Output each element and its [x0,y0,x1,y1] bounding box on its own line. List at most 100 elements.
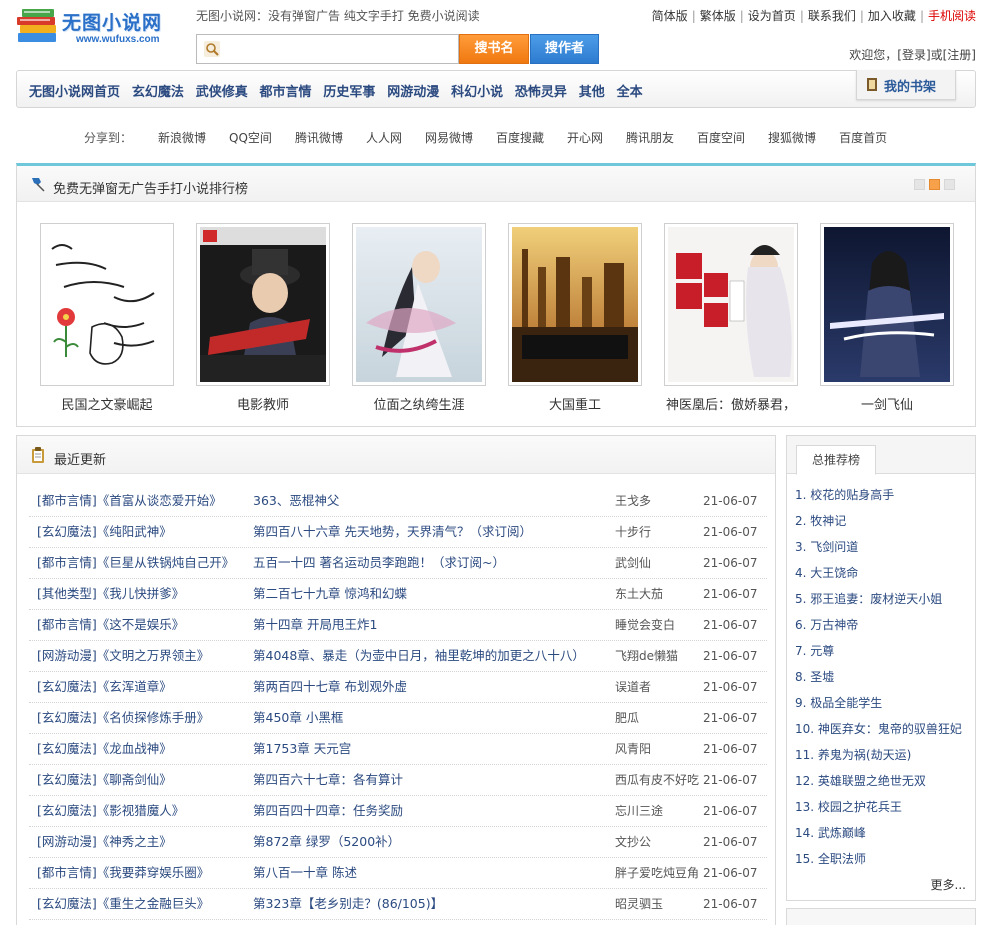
nav-item-other[interactable]: 其他 [579,81,605,100]
bookshelf-button[interactable]: 我的书架 [856,70,956,100]
update-chapter-link[interactable]: 363、恶棍神父 [253,486,613,516]
nav-item-scifi[interactable]: 科幻小说 [451,81,503,100]
update-chapter-link[interactable]: 第450章 小黑框 [253,703,613,733]
book-title[interactable]: 民国之文豪崛起 [40,394,174,412]
nav-item-urban[interactable]: 都市言情 [260,81,312,100]
tab-total-recommend[interactable]: 总推荐榜 [796,445,876,475]
ranking-book[interactable]: 电影教师 [196,223,330,412]
update-book-link[interactable]: [玄幻魔法]《重生之金融巨头》 [37,889,209,919]
nav-item-history[interactable]: 历史军事 [323,81,375,100]
search-author-button[interactable]: 搜作者 [530,34,599,64]
update-book-link[interactable]: [玄幻魔法]《玄浑道章》 [37,672,172,702]
update-chapter-link[interactable]: 第872章 绿罗（5200补） [253,827,613,857]
top-link-mobile[interactable]: 手机阅读 [928,9,976,23]
update-chapter-link[interactable]: 第四百八十六章 先天地势，天界清气？（求订阅） [253,517,613,547]
pager-dot-1[interactable] [914,179,925,190]
update-chapter-link[interactable]: 第4048章、暴走（为壶中日月，袖里乾坤的加更之八十八） [253,641,613,671]
nav-item-complete[interactable]: 全本 [617,81,643,100]
pager-dot-3[interactable] [944,179,955,190]
book-title[interactable]: 位面之纨绔生涯 [352,394,486,412]
top-link-contact[interactable]: 联系我们 [808,9,856,23]
ranking-book[interactable]: 民国之文豪崛起 [40,223,174,412]
share-tencent-friend[interactable]: 腾讯朋友 [626,129,674,146]
book-cover[interactable] [664,223,798,386]
update-book-link[interactable]: [都市言情]《我要莽穿娱乐圈》 [37,858,209,888]
update-book-link[interactable]: [其他类型]《我儿快拼爹》 [37,579,184,609]
update-chapter-link[interactable]: 第四百六十七章：各有算计 [253,765,613,795]
book-cover[interactable] [40,223,174,386]
login-register-links[interactable]: 欢迎您，[登录]或[注册] [849,46,976,63]
recommend-item[interactable]: 7. 元尊 [795,638,962,664]
ranking-book[interactable]: 大国重工 [508,223,642,412]
update-chapter-link[interactable]: 第十四章 开局甩王炸1 [253,610,613,640]
update-book-link[interactable]: [网游动漫]《神秀之主》 [37,827,172,857]
update-book-link[interactable]: [都市言情]《首富从谈恋爱开始》 [37,486,222,516]
ranking-book[interactable]: 神医凰后：傲娇暴君， [664,223,798,412]
book-cover[interactable] [352,223,486,386]
share-baidu-space[interactable]: 百度空间 [697,129,745,146]
update-book-link[interactable]: [都市言情]《巨星从铁锅炖自己开》 [37,548,234,578]
share-tencent-weibo[interactable]: 腾讯微博 [295,129,343,146]
recommend-item[interactable]: 15. 全职法师 [795,846,962,872]
recommend-item[interactable]: 1. 校花的贴身高手 [795,482,962,508]
share-baidu-cang[interactable]: 百度搜藏 [496,129,544,146]
share-sohu-weibo[interactable]: 搜狐微博 [768,129,816,146]
book-cover[interactable] [196,223,330,386]
share-kaixin[interactable]: 开心网 [567,129,603,146]
nav-item-games[interactable]: 网游动漫 [387,81,439,100]
nav-item-fantasy[interactable]: 玄幻魔法 [132,81,184,100]
search-book-button[interactable]: 搜书名 [459,34,529,64]
update-book-link[interactable]: [网游动漫]《文明之万界领主》 [37,641,209,671]
top-link-traditional[interactable]: 繁体版 [700,9,736,23]
top-link-simplified[interactable]: 简体版 [652,9,688,23]
update-book-link[interactable]: [玄幻魔法]《纯阳武神》 [37,517,172,547]
recommend-item[interactable]: 9. 极品全能学生 [795,690,962,716]
book-title[interactable]: 神医凰后：傲娇暴君， [664,394,798,412]
update-chapter-link[interactable]: 第1753章 天元宫 [253,734,613,764]
update-chapter-link[interactable]: 五百一十四 著名运动员李跑跑！（求订阅~） [253,548,613,578]
top-link-bookmark[interactable]: 加入收藏 [868,9,916,23]
update-author: 武剑仙 [615,556,652,570]
update-chapter-link[interactable]: 第两百四十七章 布划观外虚 [253,672,613,702]
recommend-item[interactable]: 2. 牧神记 [795,508,962,534]
update-chapter-link[interactable]: 第323章【老乡别走？(86/105)】 [253,889,613,919]
nav-item-horror[interactable]: 恐怖灵异 [515,81,567,100]
recommend-item[interactable]: 8. 圣墟 [795,664,962,690]
recommend-item[interactable]: 6. 万古神帝 [795,612,962,638]
nav-item-wuxia[interactable]: 武侠修真 [196,81,248,100]
recommend-item[interactable]: 4. 大王饶命 [795,560,962,586]
search-input[interactable] [223,39,455,59]
ranking-book[interactable]: 一剑飞仙 [820,223,954,412]
share-weibo[interactable]: 新浪微博 [158,129,206,146]
share-netease-weibo[interactable]: 网易微博 [425,129,473,146]
top-link-set-homepage[interactable]: 设为首页 [748,9,796,23]
nav-item-home[interactable]: 无图小说网首页 [29,81,120,100]
share-baidu-home[interactable]: 百度首页 [839,129,887,146]
book-cover[interactable] [820,223,954,386]
recommend-item[interactable]: 13. 校园之护花兵王 [795,794,962,820]
book-cover[interactable] [508,223,642,386]
site-logo[interactable]: 无图小说网 www.wufuxs.com [16,4,191,48]
ranking-book[interactable]: 位面之纨绔生涯 [352,223,486,412]
book-title[interactable]: 大国重工 [508,394,642,412]
update-book-link[interactable]: [玄幻魔法]《龙血战神》 [37,734,172,764]
share-renren[interactable]: 人人网 [366,129,402,146]
update-chapter-link[interactable]: 第四百四十四章：任务奖励 [253,796,613,826]
update-book-link[interactable]: [玄幻魔法]《影视猎魔人》 [37,796,184,826]
update-book-link[interactable]: [玄幻魔法]《名侦探修炼手册》 [37,703,209,733]
update-chapter-link[interactable]: 第八百一十章 陈述 [253,858,613,888]
pager-dot-2[interactable] [929,179,940,190]
book-title[interactable]: 一剑飞仙 [820,394,954,412]
update-book-link[interactable]: [玄幻魔法]《聊斋剑仙》 [37,765,172,795]
share-qzone[interactable]: QQ空间 [229,129,272,146]
recommend-item[interactable]: 14. 武炼巅峰 [795,820,962,846]
recommend-item[interactable]: 11. 养鬼为祸(劫天运) [795,742,962,768]
recommend-item[interactable]: 12. 英雄联盟之绝世无双 [795,768,962,794]
update-chapter-link[interactable]: 第二百七十九章 惊鸿和幻蝶 [253,579,613,609]
book-title[interactable]: 电影教师 [196,394,330,412]
update-book-link[interactable]: [都市言情]《这不是娱乐》 [37,610,184,640]
recommend-more-link[interactable]: 更多... [931,876,966,893]
recommend-item[interactable]: 10. 神医弃女：鬼帝的驭兽狂妃 [795,716,962,742]
recommend-item[interactable]: 5. 邪王追妻：废材逆天小姐 [795,586,962,612]
recommend-item[interactable]: 3. 飞剑问道 [795,534,962,560]
